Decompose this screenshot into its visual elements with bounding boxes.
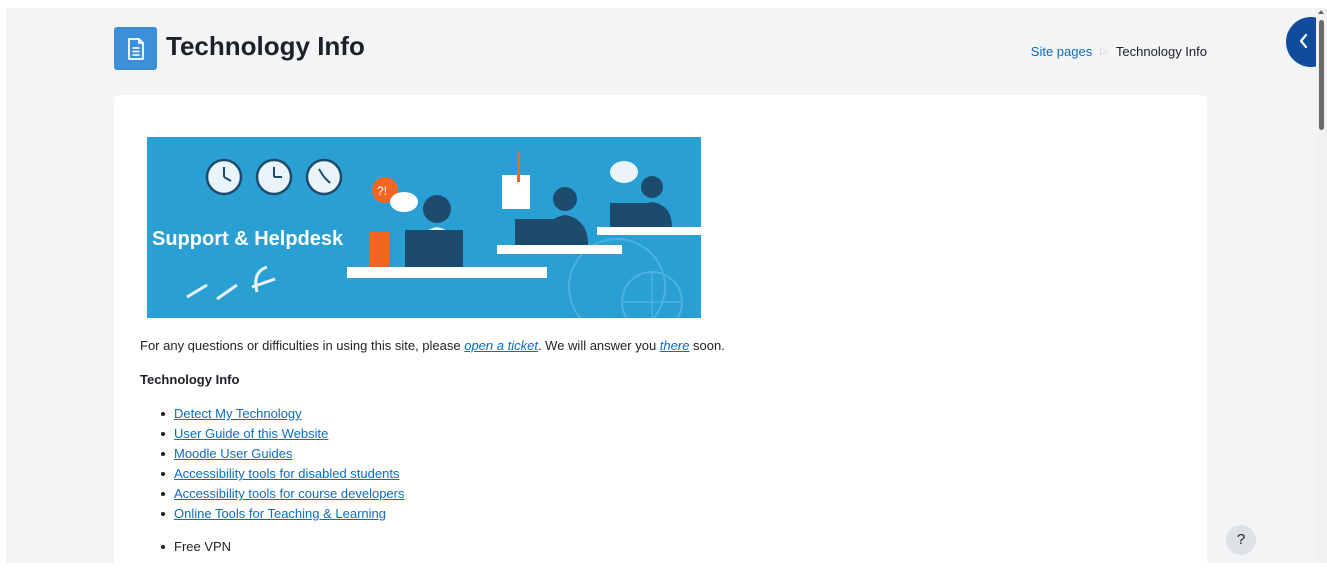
list-item: Online Tools for Teaching & Learning bbox=[157, 504, 405, 524]
accessibility-students-link[interactable]: Accessibility tools for disabled student… bbox=[174, 466, 399, 481]
vpn-list: Free VPN bbox=[157, 537, 231, 557]
intro-text-before: For any questions or difficulties in usi… bbox=[140, 338, 465, 353]
page-title: Technology Info bbox=[166, 31, 365, 61]
intro-paragraph: For any questions or difficulties in usi… bbox=[140, 338, 725, 354]
chevron-left-icon bbox=[1297, 29, 1311, 53]
breadcrumb-separator-icon: ▷ bbox=[1100, 46, 1108, 57]
intro-text-after: soon. bbox=[689, 338, 725, 353]
list-item: Accessibility tools for disabled student… bbox=[157, 464, 405, 484]
breadcrumb-site-pages[interactable]: Site pages bbox=[1031, 44, 1092, 60]
breadcrumb-current: Technology Info bbox=[1115, 44, 1207, 59]
there-link[interactable]: there bbox=[660, 338, 690, 353]
scrollbar-thumb[interactable] bbox=[1319, 20, 1324, 130]
list-item: User Guide of this Website bbox=[157, 424, 405, 444]
online-tools-link[interactable]: Online Tools for Teaching & Learning bbox=[174, 506, 386, 521]
list-item: Moodle User Guides bbox=[157, 444, 405, 464]
clock-icon bbox=[205, 158, 243, 196]
accessibility-developers-link[interactable]: Accessibility tools for course developer… bbox=[174, 486, 405, 501]
list-item-free-vpn: Free VPN bbox=[157, 537, 231, 557]
breadcrumb: Site pages ▷ Technology Info bbox=[1031, 44, 1207, 60]
svg-text:?!: ?! bbox=[377, 184, 387, 198]
clock-icon bbox=[305, 158, 343, 196]
section-heading: Technology Info bbox=[140, 372, 240, 387]
support-helpdesk-banner: ?! Support & Helpdesk bbox=[147, 137, 701, 318]
scroll-up-icon[interactable] bbox=[1318, 10, 1324, 14]
detect-my-technology-link[interactable]: Detect My Technology bbox=[174, 406, 302, 421]
list-item: Detect My Technology bbox=[157, 404, 405, 424]
banner-title: Support & Helpdesk bbox=[152, 228, 344, 250]
help-button[interactable]: ? bbox=[1226, 525, 1256, 555]
clock-icon bbox=[255, 158, 293, 196]
user-guide-link[interactable]: User Guide of this Website bbox=[174, 426, 328, 441]
page-document-icon bbox=[114, 27, 157, 70]
list-item: Accessibility tools for course developer… bbox=[157, 484, 405, 504]
open-ticket-link[interactable]: open a ticket bbox=[464, 338, 538, 353]
moodle-user-guides-link[interactable]: Moodle User Guides bbox=[174, 446, 293, 461]
technology-links-list: Detect My Technology User Guide of this … bbox=[157, 404, 405, 524]
intro-text-middle: . We will answer you bbox=[537, 338, 660, 353]
